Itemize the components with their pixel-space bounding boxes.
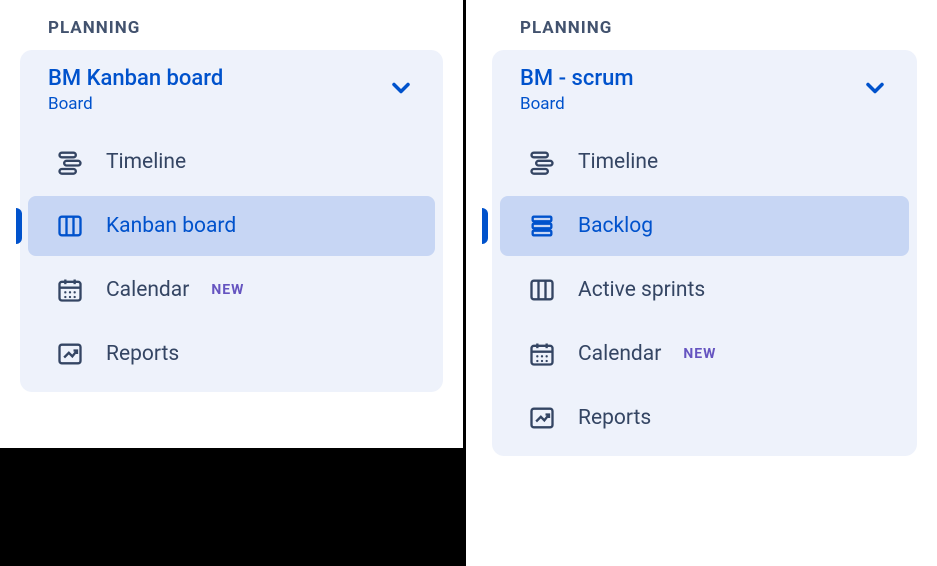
nav-item-calendar[interactable]: Calendar NEW [28, 260, 435, 320]
nav-item-reports[interactable]: Reports [28, 324, 435, 384]
chevron-down-icon [861, 74, 889, 107]
reports-icon [528, 404, 556, 432]
nav-item-calendar[interactable]: Calendar NEW [500, 324, 909, 384]
board-selector[interactable]: BM - scrum Board [492, 62, 917, 128]
sidebar-card-right: BM - scrum Board Timeline Backlog Active… [492, 50, 917, 456]
nav-item-reports[interactable]: Reports [500, 388, 909, 448]
sidebar-card-left: BM Kanban board Board Timeline Kanban bo… [20, 50, 443, 392]
section-label-left: PLANNING [0, 0, 463, 50]
nav-label: Timeline [578, 150, 658, 174]
nav-item-timeline[interactable]: Timeline [500, 132, 909, 192]
nav-item-backlog[interactable]: Backlog [500, 196, 909, 256]
calendar-icon [528, 340, 556, 368]
board-subtitle: Board [520, 94, 634, 114]
board-title: BM Kanban board [48, 66, 223, 92]
nav-item-active-sprints[interactable]: Active sprints [500, 260, 909, 320]
chevron-down-icon [387, 74, 415, 107]
nav-label: Reports [106, 342, 179, 366]
section-label-right: PLANNING [466, 0, 937, 50]
board-icon [56, 212, 84, 240]
timeline-icon [56, 148, 84, 176]
nav-label: Timeline [106, 150, 186, 174]
timeline-icon [528, 148, 556, 176]
reports-icon [56, 340, 84, 368]
black-strip [0, 448, 463, 566]
board-selector[interactable]: BM Kanban board Board [20, 62, 443, 128]
calendar-icon [56, 276, 84, 304]
nav-item-kanban-board[interactable]: Kanban board [28, 196, 435, 256]
nav-label: Backlog [578, 214, 653, 238]
board-subtitle: Board [48, 94, 223, 114]
new-badge: NEW [683, 346, 716, 362]
nav-label: Calendar [578, 342, 661, 366]
nav-label: Active sprints [578, 278, 705, 302]
new-badge: NEW [211, 282, 244, 298]
nav-label: Reports [578, 406, 651, 430]
nav-label: Kanban board [106, 214, 236, 238]
board-title: BM - scrum [520, 66, 634, 92]
board-icon [528, 276, 556, 304]
nav-label: Calendar [106, 278, 189, 302]
backlog-icon [528, 212, 556, 240]
nav-item-timeline[interactable]: Timeline [28, 132, 435, 192]
